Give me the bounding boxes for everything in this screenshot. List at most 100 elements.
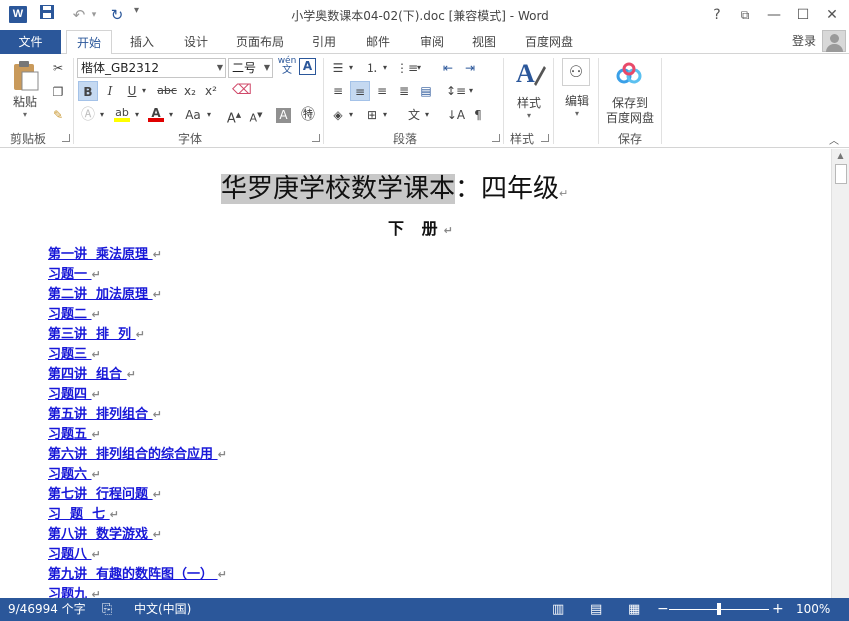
decrease-indent-icon[interactable]: ⇤	[438, 58, 458, 78]
language-indicator[interactable]: 中文(中国)	[134, 598, 191, 621]
binoculars-icon[interactable]: ⚇	[562, 58, 590, 86]
increase-indent-icon[interactable]: ⇥	[460, 58, 480, 78]
paste-icon[interactable]	[12, 60, 40, 95]
font-name-select[interactable]: 楷体_GB2312 ▼	[77, 58, 226, 78]
clipboard-launcher-icon[interactable]	[62, 134, 70, 142]
styles-dropdown-icon[interactable]: ▾	[524, 111, 534, 120]
bold-button[interactable]: B	[78, 81, 98, 101]
strikethrough-button[interactable]: abc	[155, 81, 179, 101]
minimize-button[interactable]: —	[760, 0, 788, 30]
toc-item[interactable]: 第六讲 排列组合的综合应用 ↵	[48, 445, 648, 465]
word-count[interactable]: 9/46994 个字	[8, 598, 86, 621]
scroll-up-icon[interactable]: ▲	[832, 149, 849, 163]
toc-item[interactable]: 第三讲 排 列 ↵	[48, 325, 648, 345]
paste-dropdown-icon[interactable]: ▾	[20, 110, 30, 119]
maximize-button[interactable]: ☐	[789, 0, 817, 30]
toc-item[interactable]: 习题八 ↵	[48, 545, 648, 565]
ribbon-display-options-button[interactable]: ⧉	[731, 0, 759, 30]
asian-layout-icon[interactable]: 文	[404, 105, 424, 125]
font-launcher-icon[interactable]	[312, 134, 320, 142]
phonetic-guide-icon[interactable]: wén 文	[276, 56, 298, 76]
grow-font-icon[interactable]: A▲	[224, 105, 244, 126]
line-spacing-icon[interactable]: ↕≡	[446, 81, 466, 101]
numbering-icon[interactable]: ⒈	[362, 58, 382, 78]
toc-item[interactable]: 第一讲 乘法原理 ↵	[48, 245, 648, 265]
align-right-icon[interactable]: ≡	[372, 81, 392, 101]
word-logo-icon[interactable]: W	[9, 6, 27, 23]
toc-item[interactable]: 习题六 ↵	[48, 465, 648, 485]
align-left-icon[interactable]: ≡	[328, 81, 348, 101]
copy-icon[interactable]: ❐	[48, 82, 68, 102]
toc-item[interactable]: 习题五 ↵	[48, 425, 648, 445]
tab-home[interactable]: 开始	[66, 30, 112, 55]
numbering-dropdown-icon[interactable]: ▾	[380, 58, 390, 78]
clear-formatting-icon[interactable]: ⌫	[232, 80, 252, 100]
read-mode-icon[interactable]: ▥	[552, 598, 564, 621]
asian-layout-dropdown-icon[interactable]: ▾	[422, 105, 432, 125]
toc-item[interactable]: 第七讲 行程问题 ↵	[48, 485, 648, 505]
borders-icon[interactable]: ⊞	[362, 105, 382, 125]
toc-item[interactable]: 第二讲 加法原理 ↵	[48, 285, 648, 305]
avatar[interactable]	[822, 30, 846, 52]
tab-file[interactable]: 文件	[0, 30, 61, 54]
redo-icon[interactable]: ↻	[106, 4, 128, 26]
change-case-dropdown-icon[interactable]: ▾	[204, 105, 214, 125]
bullets-icon[interactable]: ☰	[328, 58, 348, 78]
zoom-in-button[interactable]: +	[772, 598, 784, 621]
tab-baidu-netdisk[interactable]: 百度网盘	[514, 30, 584, 54]
styles-button-label[interactable]: 样式	[512, 94, 546, 111]
undo-icon[interactable]: ↶	[68, 4, 90, 26]
save-baidu-line2[interactable]: 百度网盘	[602, 109, 658, 126]
login-link[interactable]: 登录	[792, 30, 816, 52]
font-size-select[interactable]: 二号 ▼	[228, 58, 273, 78]
distributed-icon[interactable]: ▤	[416, 81, 436, 101]
toc-item[interactable]: 第八讲 数学游戏 ↵	[48, 525, 648, 545]
paste-label[interactable]: 粘贴	[10, 93, 40, 110]
editing-dropdown-icon[interactable]: ▾	[572, 109, 582, 118]
bullets-dropdown-icon[interactable]: ▾	[346, 58, 356, 78]
show-marks-icon[interactable]: ¶	[468, 105, 488, 125]
tab-insert[interactable]: 插入	[120, 30, 164, 54]
align-center-icon[interactable]: ≡	[350, 81, 370, 101]
toc-item[interactable]: 第五讲 排列组合 ↵	[48, 405, 648, 425]
cut-icon[interactable]: ✂	[48, 58, 68, 78]
highlight-dropdown-icon[interactable]: ▾	[132, 105, 142, 125]
toc-item[interactable]: 第四讲 组合 ↵	[48, 365, 648, 385]
toc-item[interactable]: 习题一 ↵	[48, 265, 648, 285]
enclose-characters-icon[interactable]: ㊕	[298, 105, 318, 125]
shrink-font-icon[interactable]: A▼	[246, 105, 266, 125]
tab-review[interactable]: 审阅	[410, 30, 454, 54]
font-color-icon[interactable]: A	[146, 103, 166, 123]
multilevel-list-icon[interactable]: ⋮≡	[396, 58, 418, 78]
tab-page-layout[interactable]: 页面布局	[228, 30, 292, 54]
shading-dropdown-icon[interactable]: ▾	[346, 105, 356, 125]
vertical-scrollbar[interactable]: ▲	[831, 149, 849, 598]
toc-item[interactable]: 第九讲 有趣的数阵图（一） ↵	[48, 565, 648, 585]
highlight-color-icon[interactable]: ab	[112, 103, 132, 123]
italic-button[interactable]: I	[100, 81, 120, 101]
styles-icon[interactable]: A	[514, 58, 546, 93]
zoom-slider-thumb[interactable]	[717, 603, 721, 615]
undo-dropdown-icon[interactable]: ▾	[88, 4, 100, 26]
text-effects-dropdown-icon[interactable]: ▾	[97, 105, 107, 125]
toc-item[interactable]: 习题二 ↵	[48, 305, 648, 325]
tab-view[interactable]: 视图	[462, 30, 506, 54]
superscript-button[interactable]: x²	[201, 81, 221, 101]
tab-design[interactable]: 设计	[174, 30, 218, 54]
paragraph-launcher-icon[interactable]	[492, 134, 500, 142]
font-color-dropdown-icon[interactable]: ▾	[166, 105, 176, 125]
tab-references[interactable]: 引用	[302, 30, 346, 54]
character-border-icon[interactable]: A	[299, 58, 316, 75]
web-layout-icon[interactable]: ▦	[628, 598, 640, 621]
text-effects-icon[interactable]: Ⓐ	[78, 105, 98, 125]
customize-quick-access-icon[interactable]: ▾	[134, 5, 139, 16]
save-icon[interactable]	[36, 4, 58, 26]
tab-mailings[interactable]: 邮件	[356, 30, 400, 54]
close-button[interactable]: ✕	[818, 0, 846, 30]
toc-item[interactable]: 习题三 ↵	[48, 345, 648, 365]
multilevel-dropdown-icon[interactable]: ▾	[414, 58, 424, 78]
toc-item[interactable]: 习题四 ↵	[48, 385, 648, 405]
styles-launcher-icon[interactable]	[541, 134, 549, 142]
proofing-icon[interactable]: ⎘	[102, 598, 112, 621]
sort-icon[interactable]: ↓A	[446, 105, 466, 125]
